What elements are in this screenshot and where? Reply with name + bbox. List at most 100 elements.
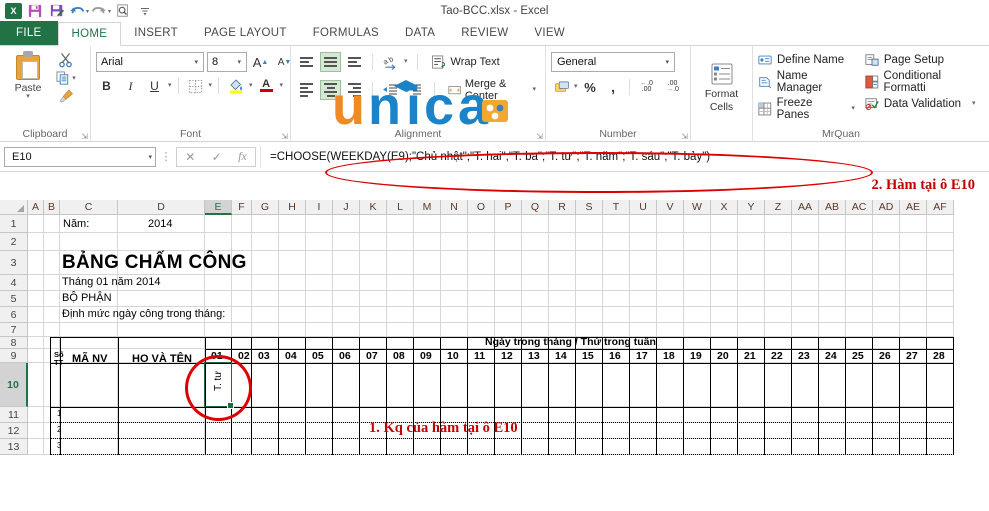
cell-c5-department[interactable]: BỘ PHẬN xyxy=(62,292,112,304)
cell-c1-nam-label[interactable]: Năm: xyxy=(63,218,89,230)
column-header-a[interactable]: A xyxy=(28,200,44,215)
font-dialog-launcher[interactable]: ⇲ xyxy=(281,132,288,141)
wrap-text-button[interactable]: Wrap Text xyxy=(427,53,504,72)
bold-button[interactable]: B xyxy=(96,76,117,96)
row-header-11[interactable]: 11 xyxy=(0,407,28,423)
tab-home[interactable]: HOME xyxy=(57,22,122,46)
column-header-m[interactable]: M xyxy=(414,200,441,215)
column-header-i[interactable]: I xyxy=(306,200,333,215)
percent-style-button[interactable]: % xyxy=(580,77,601,97)
day-number-15[interactable]: 15 xyxy=(582,350,594,362)
column-header-ad[interactable]: AD xyxy=(873,200,900,215)
day-number-13[interactable]: 13 xyxy=(528,350,540,362)
day-number-06[interactable]: 06 xyxy=(339,350,351,362)
column-header-af[interactable]: AF xyxy=(927,200,954,215)
column-header-b[interactable]: B xyxy=(44,200,60,215)
cut-button[interactable] xyxy=(58,52,74,68)
row-header-12[interactable]: 12 xyxy=(0,423,28,439)
font-color-button[interactable]: A xyxy=(256,76,277,96)
merge-dropdown-icon[interactable]: ▾ xyxy=(533,86,537,93)
insert-function-button[interactable]: fx xyxy=(238,149,247,164)
column-header-v[interactable]: V xyxy=(657,200,684,215)
row-header-3[interactable]: 3 xyxy=(0,251,28,275)
chevron-down-icon[interactable]: ▾ xyxy=(191,58,201,66)
tab-page-layout[interactable]: PAGE LAYOUT xyxy=(191,21,300,45)
page-setup-button[interactable]: Page Setup xyxy=(865,53,984,67)
day-number-11[interactable]: 11 xyxy=(474,350,485,362)
borders-dropdown-icon[interactable]: ▾ xyxy=(209,82,213,89)
name-manager-button[interactable]: Name Manager xyxy=(758,70,855,94)
formula-input[interactable]: =CHOOSE(WEEKDAY(E9);"Chủ nhật";"T. hai";… xyxy=(260,145,985,168)
day-number-01[interactable]: 01 xyxy=(211,350,223,362)
define-name-button[interactable]: Define Name xyxy=(758,53,855,67)
day-number-24[interactable]: 24 xyxy=(825,350,837,362)
chevron-down-icon[interactable]: ▾ xyxy=(234,58,244,66)
quick-access-toolbar[interactable]: X ▾ ▾ xyxy=(0,2,155,21)
day-number-25[interactable]: 25 xyxy=(852,350,864,362)
tab-formulas[interactable]: FORMULAS xyxy=(300,21,392,45)
row-header-5[interactable]: 5 xyxy=(0,291,28,307)
day-number-12[interactable]: 12 xyxy=(501,350,513,362)
row-header-6[interactable]: 6 xyxy=(0,307,28,323)
tab-review[interactable]: REVIEW xyxy=(448,21,521,45)
day-number-09[interactable]: 09 xyxy=(420,350,432,362)
row-header-10[interactable]: 10 xyxy=(0,363,28,407)
column-header-z[interactable]: Z xyxy=(765,200,792,215)
column-header-t[interactable]: T xyxy=(603,200,630,215)
row-header-1[interactable]: 1 xyxy=(0,215,28,233)
format-painter-button[interactable] xyxy=(58,89,74,104)
underline-dropdown-icon[interactable]: ▾ xyxy=(168,82,172,89)
redo-icon[interactable]: ▾ xyxy=(91,2,111,21)
select-all-corner[interactable] xyxy=(0,200,28,215)
align-center-button[interactable] xyxy=(320,80,341,100)
column-header-l[interactable]: L xyxy=(387,200,414,215)
column-header-j[interactable]: J xyxy=(333,200,360,215)
stt-value-1[interactable]: 1 xyxy=(57,409,61,418)
fill-color-dropdown-icon[interactable]: ▾ xyxy=(249,82,253,89)
column-header-h[interactable]: H xyxy=(279,200,306,215)
align-bottom-button[interactable] xyxy=(344,52,365,72)
copy-dropdown-icon[interactable]: ▾ xyxy=(72,75,76,82)
column-header-s[interactable]: S xyxy=(576,200,603,215)
column-header-c[interactable]: C xyxy=(60,200,118,215)
row-header-9[interactable]: 9 xyxy=(0,349,28,363)
freeze-panes-button[interactable]: Freeze Panes ▾ xyxy=(758,97,855,121)
freeze-panes-dropdown-icon[interactable]: ▾ xyxy=(851,105,855,112)
column-header-ae[interactable]: AE xyxy=(900,200,927,215)
row-header-2[interactable]: 2 xyxy=(0,233,28,251)
enter-formula-button[interactable]: ✓ xyxy=(212,150,222,164)
number-dialog-launcher[interactable]: ⇲ xyxy=(681,132,688,141)
column-header-g[interactable]: G xyxy=(252,200,279,215)
column-header-k[interactable]: K xyxy=(360,200,387,215)
day-number-19[interactable]: 19 xyxy=(690,350,702,362)
stt-value-3[interactable]: 3 xyxy=(57,441,61,450)
column-header-n[interactable]: N xyxy=(441,200,468,215)
column-header-r[interactable]: R xyxy=(549,200,576,215)
number-format-combo[interactable]: General ▾ xyxy=(551,52,675,72)
save-icon[interactable] xyxy=(25,2,45,21)
orientation-button[interactable]: ab xyxy=(380,52,401,72)
day-number-16[interactable]: 16 xyxy=(609,350,621,362)
column-header-ac[interactable]: AC xyxy=(846,200,873,215)
column-header-aa[interactable]: AA xyxy=(792,200,819,215)
chevron-down-icon[interactable]: ▾ xyxy=(148,153,152,161)
data-validation-button[interactable]: Data Validation ▾ xyxy=(865,97,984,111)
merge-center-button[interactable]: Merge & Center ▾ xyxy=(444,76,540,104)
day-number-21[interactable]: 21 xyxy=(744,350,756,362)
increase-decimal-button[interactable]: ←.0.00 xyxy=(635,77,659,97)
alignment-dialog-launcher[interactable]: ⇲ xyxy=(536,132,543,141)
cell-c4-month[interactable]: Tháng 01 năm 2014 xyxy=(62,276,160,288)
row-header-4[interactable]: 4 xyxy=(0,275,28,291)
data-validation-dropdown-icon[interactable]: ▾ xyxy=(972,100,976,107)
row-header-8[interactable]: 8 xyxy=(0,337,28,349)
print-preview-icon[interactable] xyxy=(113,2,133,21)
column-header-q[interactable]: Q xyxy=(522,200,549,215)
cell-c3-title[interactable]: BẢNG CHẤM CÔNG xyxy=(62,252,247,274)
tab-view[interactable]: VIEW xyxy=(521,21,578,45)
name-box[interactable]: E10 ▾ xyxy=(4,146,156,167)
decrease-decimal-button[interactable]: .00 →.0 xyxy=(661,77,685,97)
column-header-x[interactable]: X xyxy=(711,200,738,215)
column-header-f[interactable]: F xyxy=(232,200,252,215)
ribbon-tabs[interactable]: FILE HOME INSERT PAGE LAYOUT FORMULAS DA… xyxy=(0,21,989,46)
copy-button[interactable]: ▾ xyxy=(56,71,76,86)
